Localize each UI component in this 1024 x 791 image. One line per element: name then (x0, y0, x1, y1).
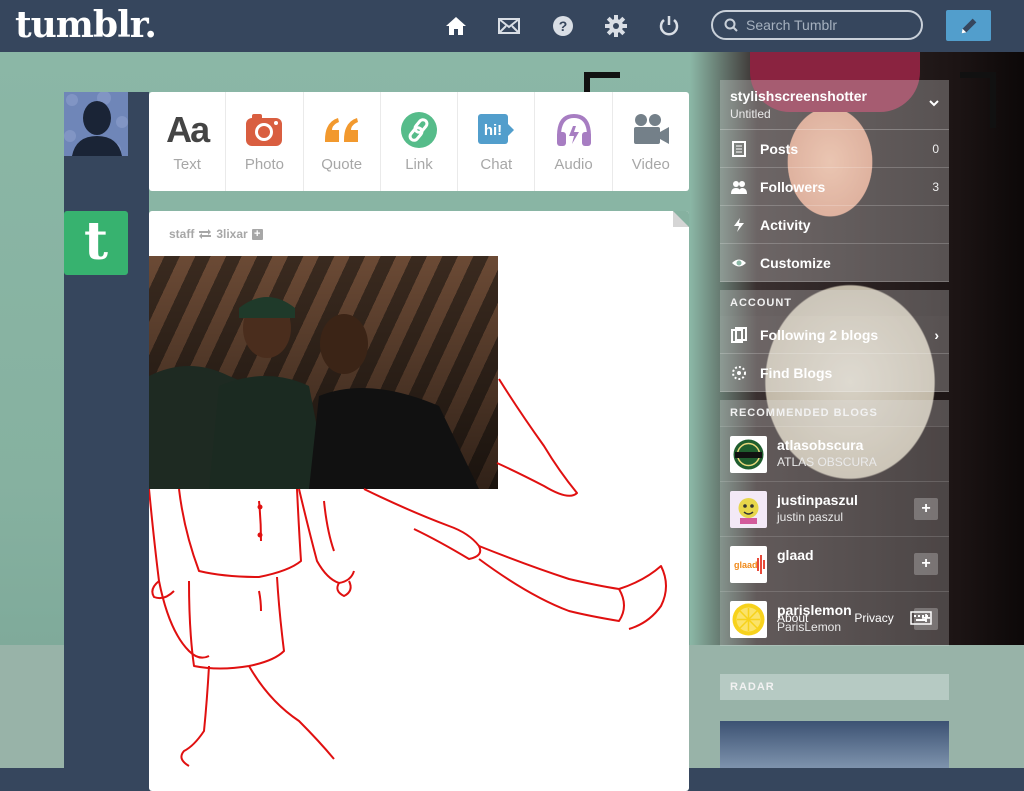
camera-icon (246, 114, 283, 146)
account-panel: Following 2 blogs › Find Blogs (720, 316, 949, 392)
staff-avatar[interactable]: t (64, 211, 128, 275)
dashboard-post: staff 3lixar + (149, 211, 689, 791)
recommended-blog-item[interactable]: atlasobscura ATLAS OBSCURA (720, 426, 949, 481)
post-type-link[interactable]: Link (381, 92, 459, 191)
blog-avatar (730, 436, 767, 473)
sidebar-item-label: Followers (760, 178, 826, 195)
follow-button[interactable]: + (914, 553, 938, 575)
top-navigation-bar: tumblr. ? (0, 0, 1024, 52)
svg-text:?: ? (559, 18, 568, 34)
power-icon[interactable] (657, 14, 681, 38)
sidebar-item-customize[interactable]: Customize (720, 244, 949, 282)
headphones-icon (556, 113, 591, 146)
corner-decoration-right (960, 72, 996, 128)
chevron-right-icon: › (934, 326, 939, 343)
activity-icon (734, 217, 744, 232)
post-type-label: Text (173, 156, 201, 173)
svg-text:hi!: hi! (484, 122, 502, 139)
search-field[interactable] (711, 10, 923, 40)
sidebar-footer: About Privacy (777, 611, 932, 625)
sidebar-item-label: Customize (760, 254, 831, 271)
search-icon (724, 18, 738, 32)
blog-subtitle: ATLAS OBSCURA (777, 455, 877, 469)
sidebar-item-followers[interactable]: Followers 3 (720, 168, 949, 206)
post-type-label: Video (631, 156, 670, 173)
blog-name: glaad (777, 547, 814, 563)
chat-icon: hi! (478, 114, 515, 144)
follow-button[interactable]: + (914, 498, 938, 520)
sidebar-item-find-blogs[interactable]: Find Blogs (720, 354, 949, 392)
post-type-label: Chat (480, 156, 513, 173)
recommended-blog-item[interactable]: justinpaszul justin paszul + (720, 481, 949, 536)
recommended-blog-item[interactable]: glaad glaad + (720, 536, 949, 591)
blog-name: atlasobscura (777, 437, 864, 453)
blog-name[interactable]: stylishscreenshotter (730, 88, 867, 104)
sidebar-item-label: Following 2 blogs (760, 326, 879, 343)
posts-icon (732, 140, 746, 157)
post-type-text[interactable]: Aa Text (149, 92, 227, 191)
dashboard-column (64, 92, 149, 768)
privacy-link[interactable]: Privacy (854, 611, 893, 625)
tumblr-logo[interactable]: tumblr. (15, 4, 157, 46)
find-blogs-icon (732, 365, 746, 380)
account-section-title: ACCOUNT (720, 290, 949, 316)
blog-header[interactable]: stylishscreenshotter Untitled (720, 80, 949, 130)
post-type-audio[interactable]: Audio (535, 92, 613, 191)
post-type-selector: Aa Text Photo Quote Link hi! Chat Audio … (149, 92, 689, 191)
svg-text:glaad: glaad (734, 560, 758, 570)
blog-avatar (730, 601, 767, 638)
post-type-quote[interactable]: Quote (304, 92, 381, 191)
mail-icon[interactable] (497, 14, 521, 38)
blog-avatar: glaad (730, 546, 767, 583)
sidebar-item-count: 0 (932, 141, 939, 156)
user-avatar[interactable] (64, 92, 128, 156)
sidebar-item-activity[interactable]: Activity (720, 206, 949, 244)
post-type-video[interactable]: Video (613, 92, 689, 191)
sidebar-item-label: Activity (760, 216, 811, 233)
compose-button[interactable] (946, 10, 991, 41)
post-type-chat[interactable]: hi! Chat (458, 92, 536, 191)
post-type-label: Photo (244, 156, 285, 173)
recommended-section-title: RECOMMENDED BLOGS (720, 400, 949, 426)
sidebar-item-following[interactable]: Following 2 blogs › (720, 316, 949, 354)
text-icon: Aa (166, 109, 210, 150)
gear-icon[interactable] (604, 14, 628, 38)
home-icon[interactable] (444, 14, 468, 38)
right-sidebar: stylishscreenshotter Untitled Posts 0 Fo… (720, 80, 949, 646)
sidebar-item-posts[interactable]: Posts 0 (720, 130, 949, 168)
quote-icon (324, 118, 358, 142)
blog-subtitle: Untitled (730, 107, 771, 121)
eye-icon (732, 259, 746, 266)
search-input[interactable] (744, 16, 918, 34)
blog-subtitle: justin paszul (777, 510, 844, 524)
about-link[interactable]: About (777, 611, 808, 625)
radar-post-preview[interactable] (720, 721, 949, 768)
chevron-down-icon[interactable] (929, 98, 939, 108)
sidebar-item-label: Find Blogs (760, 364, 833, 381)
radar-section-title: RADAR (720, 674, 949, 700)
post-type-label: Quote (321, 156, 363, 173)
blog-panel: stylishscreenshotter Untitled Posts 0 Fo… (720, 80, 949, 282)
post-type-label: Link (405, 156, 433, 173)
pencil-icon (961, 18, 976, 33)
post-type-photo[interactable]: Photo (226, 92, 304, 191)
sidebar-item-label: Posts (760, 140, 799, 157)
post-line-drawing (149, 378, 667, 767)
help-icon[interactable]: ? (551, 14, 575, 38)
following-icon (731, 326, 747, 343)
video-camera-icon (633, 114, 669, 144)
blog-name: justinpaszul (777, 492, 858, 508)
link-icon (400, 112, 437, 148)
followers-icon (731, 180, 747, 194)
post-type-label: Audio (554, 156, 593, 173)
blog-avatar (730, 491, 767, 528)
keyboard-icon[interactable] (909, 611, 932, 625)
sidebar-item-count: 3 (932, 179, 939, 194)
